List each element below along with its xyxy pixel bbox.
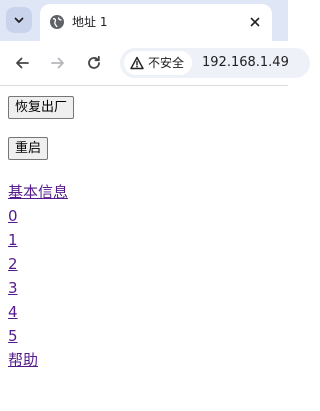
close-tab-button[interactable] <box>246 13 264 31</box>
link-2[interactable]: 2 <box>8 252 68 276</box>
reload-icon <box>88 55 100 69</box>
factory-reset-button[interactable]: 恢复出厂 <box>8 96 75 119</box>
tab-title: 地址 1 <box>72 15 108 29</box>
reboot-button[interactable]: 重启 <box>8 137 49 160</box>
link-help[interactable]: 帮助 <box>8 348 68 372</box>
link-5[interactable]: 5 <box>8 324 68 348</box>
site-security-chip[interactable]: 不安全 <box>124 51 192 75</box>
forward-button[interactable] <box>46 51 70 75</box>
active-tab[interactable]: 地址 1 <box>40 4 272 41</box>
close-icon <box>250 17 260 27</box>
url-text[interactable]: 192.168.1.49 <box>202 54 289 72</box>
security-label: 不安全 <box>148 56 185 70</box>
back-button[interactable] <box>10 51 34 75</box>
link-0[interactable]: 0 <box>8 204 68 228</box>
nav-links: 基本信息 0 1 2 3 4 5 帮助 <box>8 180 68 372</box>
tab-search-button[interactable] <box>6 7 32 33</box>
chevron-down-icon <box>14 17 24 23</box>
browser-toolbar: 不安全 192.168.1.49 <box>0 41 310 86</box>
link-basic-info[interactable]: 基本信息 <box>8 180 68 204</box>
warning-icon <box>130 56 144 70</box>
arrow-right-icon <box>51 57 64 69</box>
arrow-left-icon <box>16 57 29 69</box>
address-bar[interactable]: 不安全 192.168.1.49 <box>120 48 310 78</box>
reload-button[interactable] <box>82 51 106 75</box>
globe-icon <box>50 15 64 29</box>
link-4[interactable]: 4 <box>8 300 68 324</box>
link-3[interactable]: 3 <box>8 276 68 300</box>
link-1[interactable]: 1 <box>8 228 68 252</box>
tab-strip: 地址 1 <box>0 0 288 41</box>
